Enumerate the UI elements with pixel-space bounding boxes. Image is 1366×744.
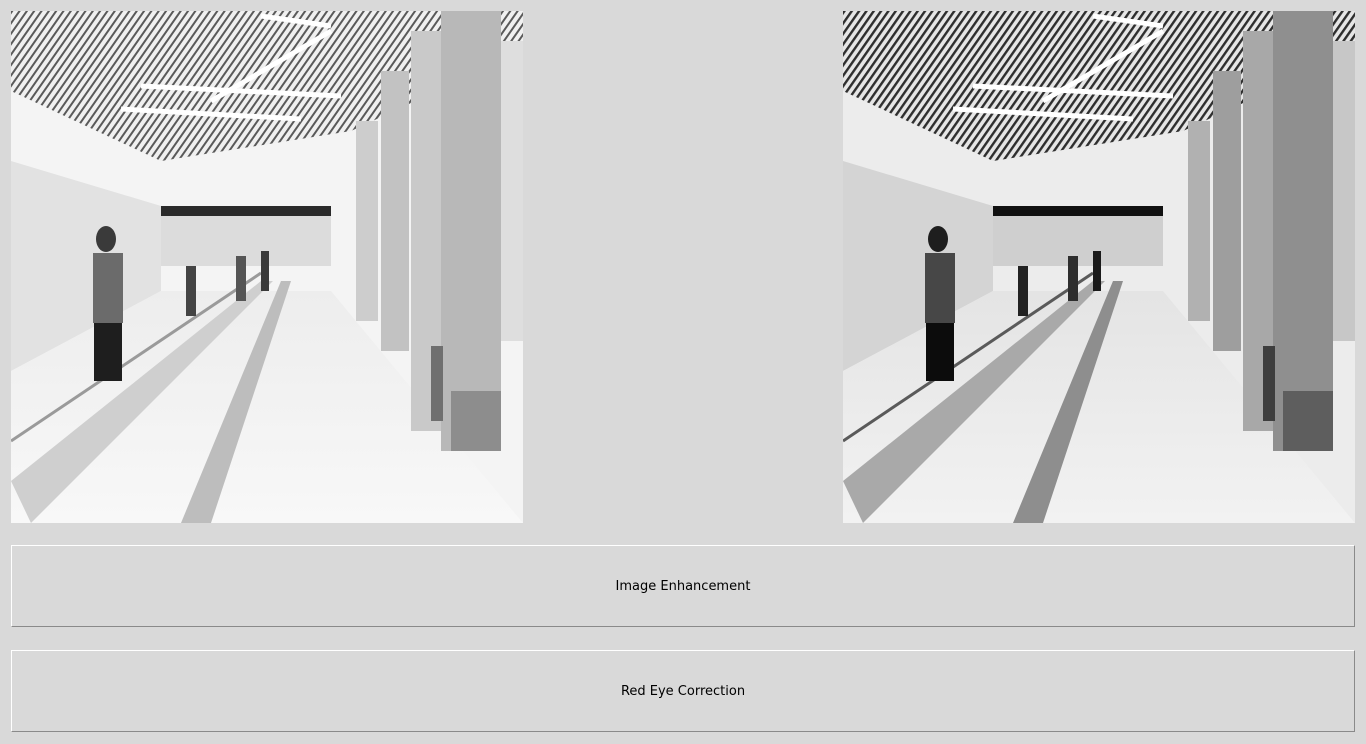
image-enhancement-button[interactable]: Image Enhancement	[11, 545, 1355, 627]
processed-image	[843, 11, 1355, 523]
red-eye-correction-button[interactable]: Red Eye Correction	[11, 650, 1355, 732]
original-photo-icon	[11, 11, 523, 523]
enhanced-photo-icon	[843, 11, 1355, 523]
original-image	[11, 11, 523, 523]
app-window: Image Enhancement Red Eye Correction	[0, 0, 1366, 744]
